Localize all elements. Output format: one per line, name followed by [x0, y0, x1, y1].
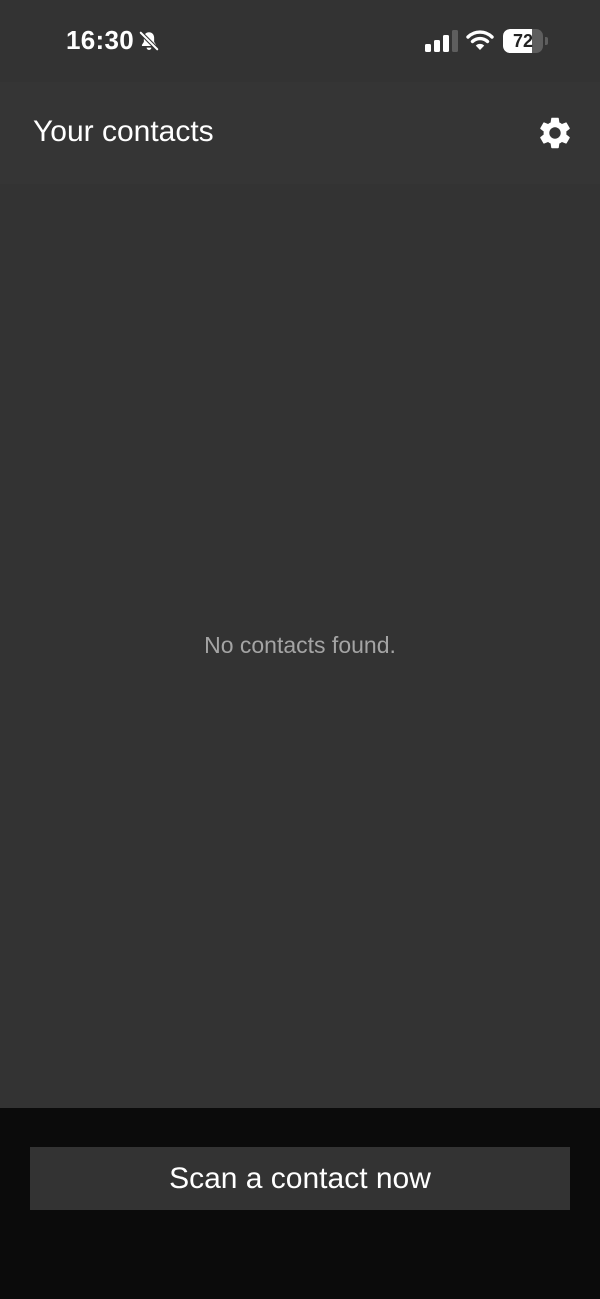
- wifi-icon: [466, 30, 494, 50]
- page-title: Your contacts: [33, 115, 214, 148]
- bell-off-icon: [138, 30, 160, 52]
- signal-icon: [425, 30, 458, 52]
- empty-state-message: No contacts found.: [204, 632, 396, 658]
- battery-icon: 72: [503, 29, 549, 53]
- bottom-bar: Scan a contact now: [0, 1108, 600, 1299]
- battery-nub: [545, 37, 548, 45]
- battery-level: 72: [512, 31, 534, 51]
- scan-contact-button[interactable]: Scan a contact now: [30, 1147, 570, 1210]
- contacts-list: No contacts found.: [0, 184, 600, 1108]
- app-header: Your contacts: [0, 82, 600, 184]
- status-time: 16:30: [66, 25, 134, 55]
- gear-icon[interactable]: [536, 114, 574, 152]
- status-bar: 16:30 72: [0, 0, 600, 82]
